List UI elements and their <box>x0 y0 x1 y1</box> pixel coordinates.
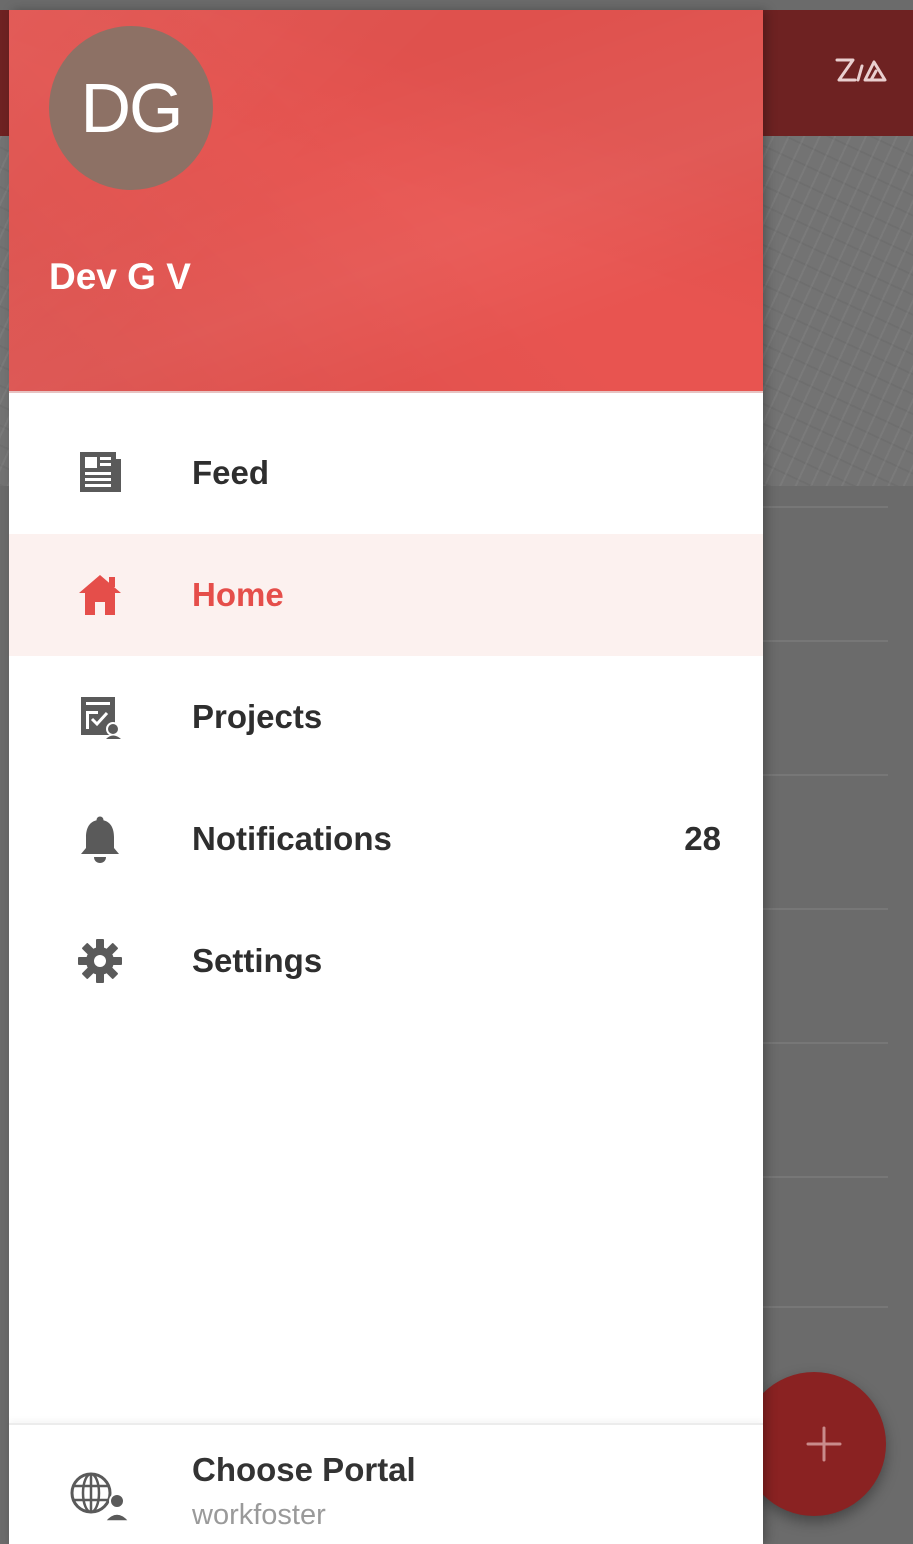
projects-icon <box>75 692 125 742</box>
background-divider <box>763 1306 888 1308</box>
nav-label-feed: Feed <box>192 454 270 491</box>
nav-item-feed[interactable]: Feed <box>9 412 763 534</box>
nav-label-projects: Projects <box>192 698 323 735</box>
nav-item-notifications[interactable]: Notifications 28 <box>9 778 763 900</box>
add-fab-button[interactable] <box>742 1372 886 1516</box>
nav-label-home: Home <box>192 576 284 613</box>
current-portal-name: workfoster <box>192 1499 326 1531</box>
background-divider <box>763 1176 888 1178</box>
background-divider <box>763 506 888 508</box>
nav-item-settings[interactable]: Settings <box>9 900 763 1022</box>
nav-label-notifications: Notifications <box>192 820 392 857</box>
background-divider <box>763 908 888 910</box>
gear-icon <box>75 936 125 986</box>
drawer-header: DG Dev G V <box>9 10 763 393</box>
avatar[interactable]: DG <box>49 26 213 190</box>
background-divider <box>763 1042 888 1044</box>
bell-icon <box>75 814 125 864</box>
nav-item-projects[interactable]: Projects <box>9 656 763 778</box>
globe-user-icon <box>70 1472 131 1522</box>
newspaper-icon <box>75 448 125 498</box>
notification-count-badge: 28 <box>684 820 721 857</box>
user-name: Dev G V <box>49 256 191 297</box>
nav-list: Feed Home Projects Notifications 28 Sett… <box>9 412 763 1022</box>
zia-logo-icon <box>835 58 887 82</box>
nav-label-settings: Settings <box>192 942 323 979</box>
choose-portal-label: Choose Portal <box>192 1451 416 1488</box>
nav-item-home[interactable]: Home <box>9 534 763 656</box>
choose-portal-button[interactable]: Choose Portal workfoster <box>9 1423 763 1544</box>
navigation-drawer: DG Dev G V Feed Home Projects Notificati… <box>9 10 763 1544</box>
screen: DG Dev G V Feed Home Projects Notificati… <box>0 0 913 1544</box>
home-icon <box>75 570 125 620</box>
background-divider <box>763 774 888 776</box>
background-divider <box>763 640 888 642</box>
plus-icon <box>806 1426 842 1462</box>
